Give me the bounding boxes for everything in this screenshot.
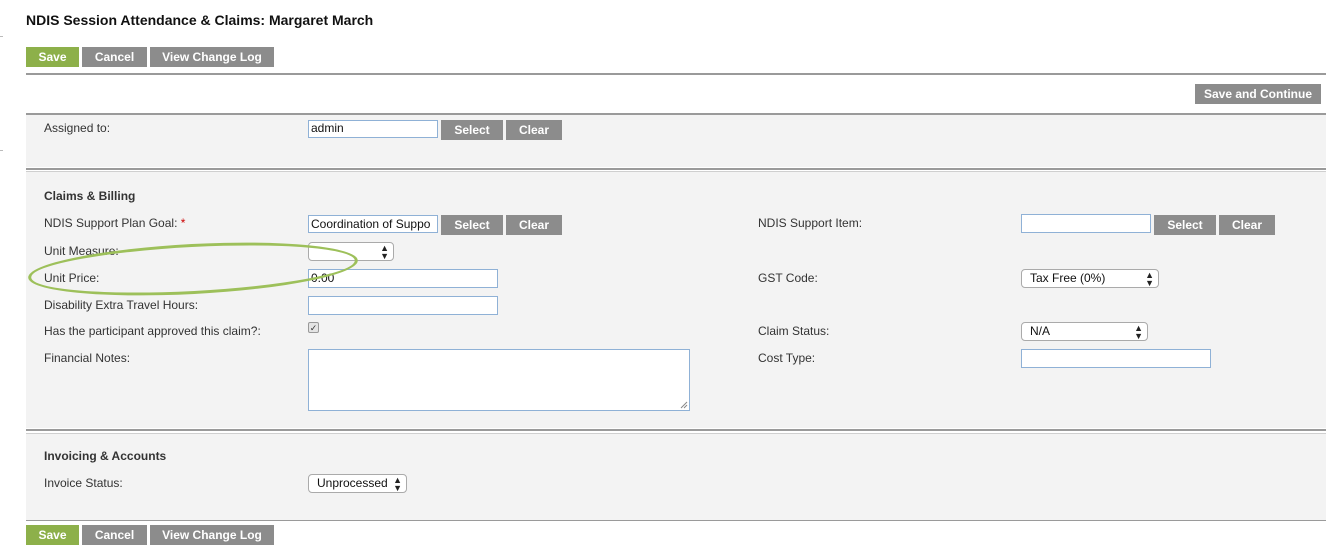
unit-price-input[interactable]: 0.00	[308, 269, 498, 288]
participant-approved-label: Has the participant approved this claim?…	[44, 324, 261, 338]
gst-code-select[interactable]: Tax Free (0%) ▲ ▼	[1021, 269, 1159, 288]
unit-price-label: Unit Price:	[44, 271, 100, 285]
cancel-button-top[interactable]: Cancel	[82, 47, 147, 67]
support-plan-goal-label-text: NDIS Support Plan Goal:	[44, 216, 178, 230]
claims-billing-heading: Claims & Billing	[44, 189, 136, 203]
travel-hours-label: Disability Extra Travel Hours:	[44, 298, 199, 312]
panel-divider	[26, 168, 1326, 170]
divider	[26, 73, 1326, 75]
invoice-status-value: Unprocessed	[317, 476, 388, 490]
claim-status-select[interactable]: N/A ▲ ▼	[1021, 322, 1148, 341]
save-button-top[interactable]: Save	[26, 47, 79, 67]
invoicing-heading: Invoicing & Accounts	[44, 449, 167, 463]
financial-notes-textarea[interactable]	[308, 349, 690, 411]
participant-approved-checkbox[interactable]: ✓	[308, 322, 319, 333]
claim-status-value: N/A	[1030, 324, 1051, 338]
up-down-arrows-icon: ▲ ▼	[1145, 270, 1154, 288]
invoice-status-label: Invoice Status:	[44, 476, 123, 490]
invoice-status-select[interactable]: Unprocessed ▲ ▼	[308, 474, 407, 493]
up-down-arrows-icon: ▲ ▼	[393, 475, 402, 493]
save-and-continue-button[interactable]: Save and Continue	[1195, 84, 1321, 104]
edge-mark	[0, 150, 3, 151]
support-plan-goal-input[interactable]: Coordination of Suppo	[308, 215, 438, 233]
support-item-input[interactable]	[1021, 214, 1151, 233]
cost-type-input[interactable]	[1021, 349, 1211, 368]
assigned-clear-button[interactable]: Clear	[506, 120, 562, 140]
edge-mark	[0, 36, 3, 37]
support-plan-goal-label: NDIS Support Plan Goal: *	[44, 216, 185, 230]
cancel-button-bottom[interactable]: Cancel	[82, 525, 147, 545]
support-item-label: NDIS Support Item:	[758, 216, 863, 230]
gst-code-value: Tax Free (0%)	[1030, 271, 1106, 285]
unit-measure-label: Unit Measure:	[44, 244, 119, 258]
support-item-clear-button[interactable]: Clear	[1219, 215, 1275, 235]
support-plan-goal-select-button[interactable]: Select	[441, 215, 503, 235]
up-down-arrows-icon: ▲ ▼	[1134, 323, 1143, 341]
assigned-panel	[26, 115, 1326, 167]
support-item-select-button[interactable]: Select	[1154, 215, 1216, 235]
view-change-log-button-top[interactable]: View Change Log	[150, 47, 274, 67]
panel-divider	[26, 429, 1326, 431]
assigned-to-input[interactable]: admin	[308, 120, 438, 138]
divider	[26, 520, 1326, 521]
view-change-log-button-bottom[interactable]: View Change Log	[150, 525, 274, 545]
claim-status-label: Claim Status:	[758, 324, 830, 338]
travel-hours-input[interactable]	[308, 296, 498, 315]
cost-type-label: Cost Type:	[758, 351, 816, 365]
assigned-to-label: Assigned to:	[44, 121, 111, 135]
divider	[26, 171, 1326, 172]
financial-notes-label: Financial Notes:	[44, 351, 131, 365]
gst-code-label: GST Code:	[758, 271, 818, 285]
page-title: NDIS Session Attendance & Claims: Margar…	[26, 12, 374, 28]
up-down-arrows-icon: ▲ ▼	[380, 243, 389, 261]
save-button-bottom[interactable]: Save	[26, 525, 79, 545]
support-plan-goal-clear-button[interactable]: Clear	[506, 215, 562, 235]
resize-grip-icon[interactable]	[680, 401, 688, 409]
checkmark-icon: ✓	[309, 323, 318, 333]
required-asterisk: *	[180, 216, 186, 230]
assigned-select-button[interactable]: Select	[441, 120, 503, 140]
unit-measure-select[interactable]: ▲ ▼	[308, 242, 394, 261]
invoicing-panel	[26, 434, 1326, 520]
